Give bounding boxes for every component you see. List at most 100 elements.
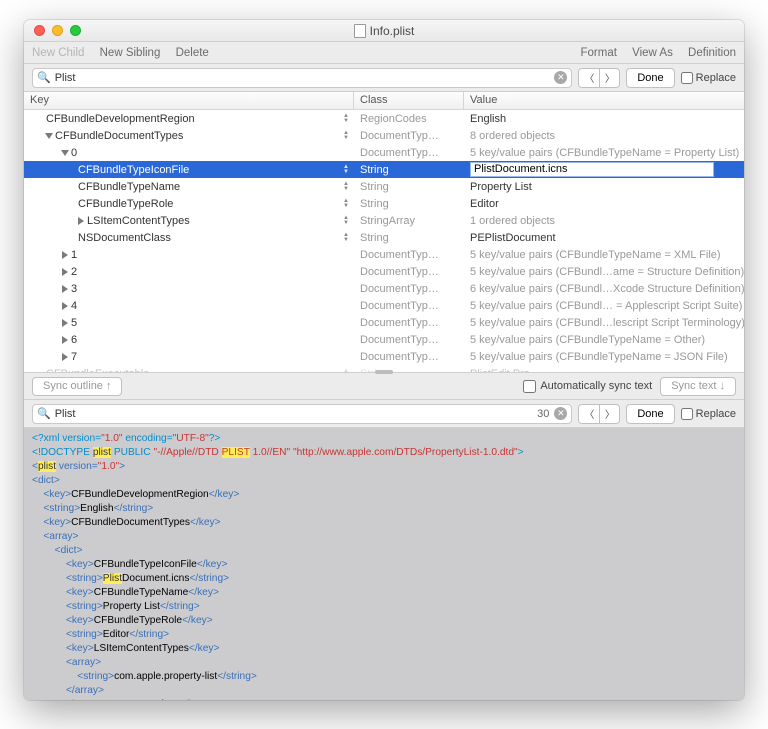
view-as-menu[interactable]: View As	[632, 47, 673, 59]
prev-match-button[interactable]: 〈	[579, 405, 599, 423]
outline-row[interactable]: 1DocumentTyp…▲▼5 key/value pairs (CFBund…	[24, 246, 744, 263]
row-class: String	[360, 164, 389, 176]
value-edit-field[interactable]: PlistDocument.icns	[470, 162, 714, 177]
row-class: DocumentTyp…	[360, 351, 439, 363]
window-title: Info.plist	[370, 24, 415, 38]
stepper-icon[interactable]: ▲▼	[343, 130, 352, 142]
outline-row[interactable]: NSDocumentClass▲▼String▲▼PEPlistDocument	[24, 229, 744, 246]
row-value: 5 key/value pairs (CFBundleTypeName = Ot…	[470, 334, 705, 346]
row-class: DocumentTyp…	[360, 300, 439, 312]
stepper-icon[interactable]: ▲▼	[343, 113, 352, 125]
column-class-header[interactable]: Class	[354, 92, 464, 109]
document-icon	[354, 24, 366, 38]
auto-sync-checkbox[interactable]: Automatically sync text	[523, 380, 652, 393]
replace-check-input[interactable]	[681, 72, 693, 84]
disclosure-icon[interactable]	[62, 251, 68, 259]
stepper-icon[interactable]: ▲▼	[343, 232, 352, 244]
sync-text-button[interactable]: Sync text ↓	[660, 377, 736, 396]
outline-row[interactable]: CFBundleDocumentTypes▲▼DocumentTyp…▲▼8 o…	[24, 127, 744, 144]
next-match-button[interactable]: 〉	[599, 69, 619, 87]
outline-search-field[interactable]: 🔍 Plist ✕	[32, 68, 572, 88]
outline-row[interactable]: 5DocumentTyp…▲▼5 key/value pairs (CFBund…	[24, 314, 744, 331]
stepper-icon[interactable]: ▲▼	[343, 164, 352, 176]
disclosure-icon[interactable]	[62, 268, 68, 276]
row-value: Editor	[470, 198, 499, 210]
next-match-button[interactable]: 〉	[599, 405, 619, 423]
row-value: 5 key/value pairs (CFBundl…lescript Scri…	[470, 317, 744, 329]
row-key: 0	[71, 147, 77, 159]
outline-row[interactable]: CFBundleTypeName▲▼String▲▼Property List	[24, 178, 744, 195]
done-button[interactable]: Done	[626, 68, 674, 88]
row-value: 5 key/value pairs (CFBundleTypeName = XM…	[470, 249, 721, 261]
outline-row[interactable]: 4DocumentTyp…▲▼5 key/value pairs (CFBund…	[24, 297, 744, 314]
disclosure-icon[interactable]	[45, 133, 53, 139]
column-key-header[interactable]: Key	[24, 92, 354, 109]
row-class: DocumentTyp…	[360, 130, 439, 142]
row-key: CFBundleTypeIconFile	[78, 164, 189, 176]
row-key: 6	[71, 334, 77, 346]
new-sibling-button[interactable]: New Sibling	[100, 47, 161, 59]
row-key: 4	[71, 300, 77, 312]
prev-match-button[interactable]: 〈	[579, 69, 599, 87]
replace-check-input[interactable]	[681, 408, 693, 420]
row-key: 7	[71, 351, 77, 363]
outline-row[interactable]: 0DocumentTyp…▲▼5 key/value pairs (CFBund…	[24, 144, 744, 161]
clear-icon[interactable]: ✕	[554, 407, 567, 420]
stepper-icon[interactable]: ▲▼	[343, 215, 352, 227]
outline-row[interactable]: CFBundleTypeRole▲▼String▲▼Editor▲▼	[24, 195, 744, 212]
drag-handle-icon[interactable]	[375, 370, 393, 374]
disclosure-icon[interactable]	[78, 217, 84, 225]
row-value: 5 key/value pairs (CFBundl…ame = Structu…	[470, 266, 744, 278]
row-class: String	[360, 181, 389, 193]
disclosure-icon[interactable]	[62, 336, 68, 344]
row-class: DocumentTyp…	[360, 249, 439, 261]
search-nav: 〈 〉	[578, 68, 620, 88]
row-key: 2	[71, 266, 77, 278]
sync-outline-button[interactable]: Sync outline ↑	[32, 377, 122, 396]
outline-row[interactable]: 2DocumentTyp…▲▼5 key/value pairs (CFBund…	[24, 263, 744, 280]
row-value: 5 key/value pairs (CFBundleTypeName = Pr…	[470, 147, 739, 159]
outline-row[interactable]: 3DocumentTyp…▲▼6 key/value pairs (CFBund…	[24, 280, 744, 297]
row-value: PEPlistDocument	[470, 232, 556, 244]
row-key: 5	[71, 317, 77, 329]
outline-row[interactable]: CFBundleTypeIconFile▲▼String▲▼PlistDocum…	[24, 161, 744, 178]
row-class: DocumentTyp…	[360, 317, 439, 329]
search-icon: 🔍	[37, 407, 51, 420]
outline-row[interactable]: 6DocumentTyp…▲▼5 key/value pairs (CFBund…	[24, 331, 744, 348]
outline-row[interactable]: 7DocumentTyp…▲▼5 key/value pairs (CFBund…	[24, 348, 744, 365]
outline-row[interactable]: CFBundleDevelopmentRegion▲▼RegionCodes▲▼…	[24, 110, 744, 127]
source-editor[interactable]: <?xml version="1.0" encoding="UTF-8"?> <…	[24, 428, 744, 700]
format-menu[interactable]: Format	[581, 47, 617, 59]
outline-view[interactable]: CFBundleDevelopmentRegion▲▼RegionCodes▲▼…	[24, 110, 744, 372]
row-class: DocumentTyp…	[360, 334, 439, 346]
outline-row[interactable]: LSItemContentTypes▲▼StringArray▲▼1 order…	[24, 212, 744, 229]
row-value: 6 key/value pairs (CFBundl…Xcode Structu…	[470, 283, 744, 295]
row-class: DocumentTyp…	[360, 283, 439, 295]
definition-menu[interactable]: Definition	[688, 47, 736, 59]
replace-checkbox[interactable]: Replace	[681, 72, 736, 84]
title-bar: Info.plist	[24, 20, 744, 42]
auto-sync-label: Automatically sync text	[540, 380, 652, 392]
auto-sync-check-input[interactable]	[523, 380, 536, 393]
new-child-button[interactable]: New Child	[32, 47, 84, 59]
disclosure-icon[interactable]	[62, 319, 68, 327]
row-key: CFBundleTypeName	[78, 181, 180, 193]
column-value-header[interactable]: Value	[464, 92, 744, 109]
disclosure-icon[interactable]	[62, 302, 68, 310]
row-class: String	[360, 198, 389, 210]
split-divider[interactable]: Sync outline ↑ Automatically sync text S…	[24, 372, 744, 400]
disclosure-icon[interactable]	[61, 150, 69, 156]
clear-icon[interactable]: ✕	[554, 71, 567, 84]
replace-checkbox[interactable]: Replace	[681, 408, 736, 420]
delete-button[interactable]: Delete	[176, 47, 209, 59]
search-value: Plist	[55, 408, 76, 420]
disclosure-icon[interactable]	[62, 285, 68, 293]
replace-label: Replace	[696, 72, 736, 84]
row-key: 3	[71, 283, 77, 295]
disclosure-icon[interactable]	[62, 353, 68, 361]
stepper-icon[interactable]: ▲▼	[343, 198, 352, 210]
source-search-field[interactable]: 🔍 Plist 30 ✕	[32, 404, 572, 424]
done-button[interactable]: Done	[626, 404, 674, 424]
stepper-icon[interactable]: ▲▼	[343, 181, 352, 193]
row-class: RegionCodes	[360, 113, 427, 125]
